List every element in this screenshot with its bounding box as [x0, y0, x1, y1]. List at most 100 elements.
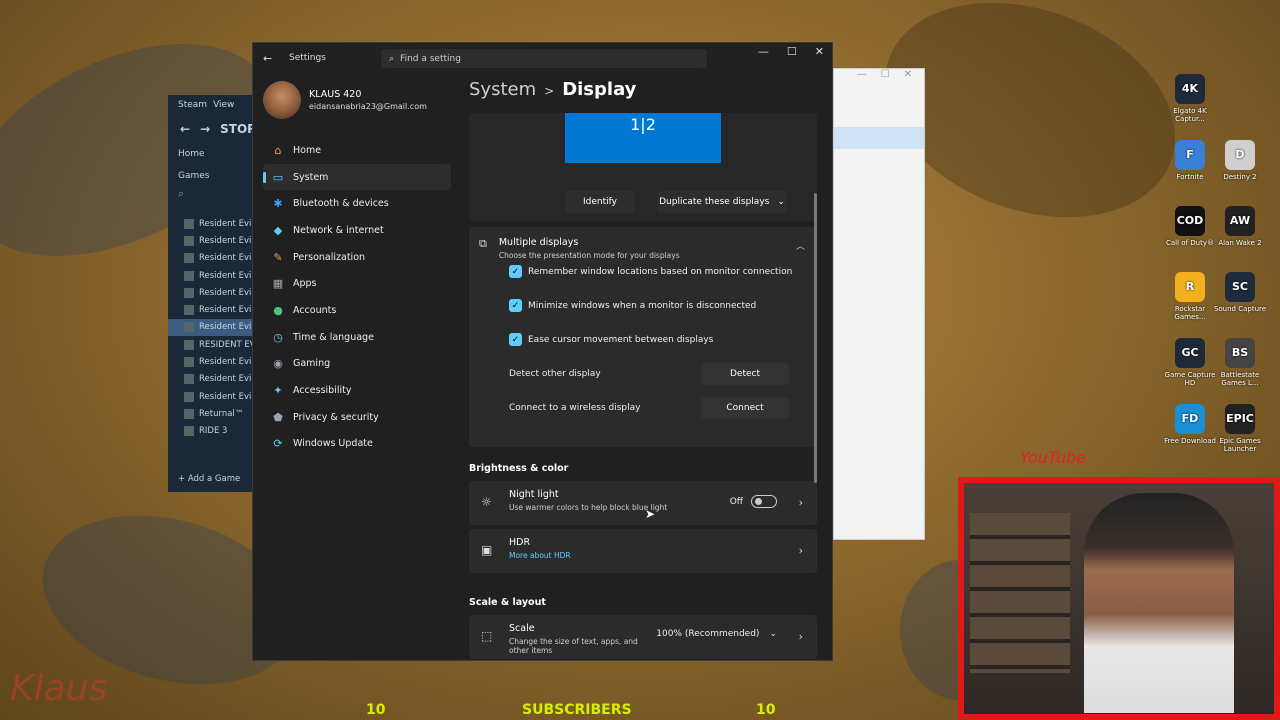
signature-art: Klaus [10, 668, 108, 709]
breadcrumb-system[interactable]: System [469, 79, 536, 100]
sidebar-item-accessibility[interactable]: ✦ Accessibility [263, 377, 451, 404]
game-icon [184, 287, 194, 298]
multiple-displays-card: ⧉ Multiple displays Choose the presentat… [469, 227, 817, 447]
app-icon: SC [1225, 272, 1255, 302]
scale-row[interactable]: ⬚ Scale Change the size of text, apps, a… [469, 615, 817, 659]
steam-game-label: Resident Evil [199, 322, 254, 333]
steam-game-item[interactable]: RESIDENT EV [168, 336, 258, 353]
sidebar-item-accounts[interactable]: ● Accounts [263, 297, 451, 324]
steam-store-tab[interactable]: STOR [220, 122, 256, 136]
forward-arrow-icon[interactable]: → [200, 122, 210, 136]
background-window[interactable]: — ☐ ✕ [833, 68, 925, 540]
back-arrow-icon[interactable]: ← [263, 52, 277, 65]
identify-button[interactable]: Identify [565, 191, 635, 213]
sidebar-item-network-internet[interactable]: ◆ Network & internet [263, 217, 451, 244]
steam-window[interactable]: Steam View ← → STOR Home Games ⌕ Residen… [168, 95, 258, 492]
monitor-tile[interactable]: 1|2 [565, 113, 721, 163]
chevron-up-icon[interactable]: ︿ [796, 239, 805, 252]
hdr-row[interactable]: ▣ HDR More about HDR › [469, 529, 817, 573]
checkbox-checked[interactable]: ✓ [509, 265, 522, 278]
steam-game-label: Resident Evil [199, 235, 254, 246]
scrollbar[interactable] [814, 193, 817, 483]
sidebar-item-windows-update[interactable]: ⟳ Windows Update [263, 431, 451, 458]
maximize-icon[interactable]: ☐ [881, 69, 890, 87]
night-light-row[interactable]: ☼ Night light Use warmer colors to help … [469, 481, 817, 525]
close-icon[interactable]: ✕ [904, 69, 912, 87]
minimize-icon[interactable]: — [857, 69, 867, 87]
multiple-displays-header[interactable]: ⧉ Multiple displays Choose the presentat… [479, 237, 680, 260]
back-arrow-icon[interactable]: ← [180, 122, 190, 136]
steam-game-label: Resident Evil [199, 218, 254, 229]
steam-game-item[interactable]: Resident Evil [168, 301, 258, 318]
desktop-shortcut[interactable]: SC Sound Capture [1210, 272, 1270, 313]
chevron-right-icon[interactable]: › [799, 496, 803, 509]
ease-cursor-row[interactable]: ✓ Ease cursor movement between displays [509, 333, 713, 346]
game-icon [184, 339, 194, 350]
game-icon [184, 408, 194, 419]
search-input[interactable]: Find a setting [400, 54, 461, 64]
sidebar-item-system[interactable]: ▭ System [263, 163, 451, 191]
desktop-shortcut-label: Destiny 2 [1223, 173, 1257, 181]
search-icon[interactable]: ⌕ [168, 187, 258, 209]
search-icon: ⌕ [389, 53, 395, 64]
minimize-windows-row[interactable]: ✓ Minimize windows when a monitor is dis… [509, 299, 756, 312]
search-box[interactable]: ⌕ Find a setting [381, 49, 707, 68]
sidebar-item-home[interactable]: ⌂ Home [263, 137, 451, 164]
steam-game-item[interactable]: Resident Evil [168, 388, 258, 405]
maximize-icon[interactable]: ☐ [787, 45, 797, 58]
ease-cursor-label: Ease cursor movement between displays [528, 334, 714, 345]
desktop-shortcut-label: Alan Wake 2 [1218, 239, 1262, 247]
hdr-title: HDR [509, 537, 531, 548]
night-light-toggle[interactable] [751, 495, 777, 508]
sidebar-item-privacy-security[interactable]: ⬟ Privacy & security [263, 404, 451, 431]
sidebar-item-apps[interactable]: ▦ Apps [263, 270, 451, 297]
avatar[interactable] [263, 81, 301, 119]
steam-game-item[interactable]: Resident Evil [168, 250, 258, 267]
steam-game-item[interactable]: Resident Evil [168, 267, 258, 284]
game-icon [184, 391, 194, 402]
sidebar-item-personalization[interactable]: ✎ Personalization [263, 244, 451, 271]
add-game-button[interactable]: + Add a Game [178, 474, 240, 484]
more-about-hdr-link[interactable]: More about HDR [509, 551, 571, 560]
detect-button[interactable]: Detect [701, 363, 789, 385]
steam-game-item[interactable]: Resident Evil [168, 284, 258, 301]
user-profile[interactable]: KLAUS 420 eidansanabria23@Gmail.com [263, 81, 427, 119]
steam-game-item[interactable]: Resident Evil [168, 371, 258, 388]
scale-dropdown[interactable]: 100% (Recommended) ⌄ [656, 629, 777, 639]
hdr-icon: ▣ [481, 543, 493, 557]
settings-window: ← Settings ⌕ Find a setting — ☐ ✕ KLAUS … [252, 42, 833, 661]
desktop-shortcut-label: Battlestate Games L... [1220, 371, 1260, 388]
desktop-shortcut[interactable]: EPIC Epic Games Launcher [1210, 404, 1270, 453]
checkbox-checked[interactable]: ✓ [509, 299, 522, 312]
sidebar-item-gaming[interactable]: ◉ Gaming [263, 351, 451, 378]
remember-window-locations-row[interactable]: ✓ Remember window locations based on mon… [509, 265, 792, 278]
steam-games-link[interactable]: Games [168, 165, 258, 187]
close-icon[interactable]: ✕ [815, 45, 824, 58]
sidebar-item-bluetooth-devices[interactable]: ✱ Bluetooth & devices [263, 190, 451, 217]
chevron-right-icon[interactable]: › [799, 630, 803, 643]
chevron-right-icon[interactable]: › [799, 544, 803, 557]
desktop-shortcut[interactable]: BS Battlestate Games L... [1210, 338, 1270, 387]
game-icon [184, 235, 194, 246]
steam-home-link[interactable]: Home [168, 143, 258, 165]
steam-game-item[interactable]: RIDE 3 [168, 423, 258, 440]
steam-game-item[interactable]: Resident Evil [168, 318, 258, 337]
app-icon: D [1225, 140, 1255, 170]
steam-game-item[interactable]: Returnal™ [168, 405, 258, 422]
app-icon: 4K [1175, 74, 1205, 104]
desktop-shortcut[interactable]: AW Alan Wake 2 [1210, 206, 1270, 247]
breadcrumb: System > Display [469, 79, 636, 100]
desktop-shortcut[interactable]: 4K Elgato 4K Captur... [1160, 74, 1220, 123]
minimize-icon[interactable]: — [758, 45, 769, 58]
scale-icon: ⬚ [481, 629, 493, 643]
desktop-shortcut[interactable]: D Destiny 2 [1210, 140, 1270, 181]
steam-game-item[interactable]: Resident Evil [168, 353, 258, 370]
steam-game-item[interactable]: Resident Evil [168, 215, 258, 232]
sidebar-item-time-language[interactable]: ◷ Time & language [263, 324, 451, 351]
duplicate-displays-dropdown[interactable]: Duplicate these displays ⌄ [657, 191, 787, 213]
connect-button[interactable]: Connect [701, 397, 789, 419]
checkbox-checked[interactable]: ✓ [509, 333, 522, 346]
steam-menu-view[interactable]: View [213, 100, 234, 110]
game-icon [184, 322, 194, 333]
steam-game-item[interactable]: Resident Evil [168, 232, 258, 249]
